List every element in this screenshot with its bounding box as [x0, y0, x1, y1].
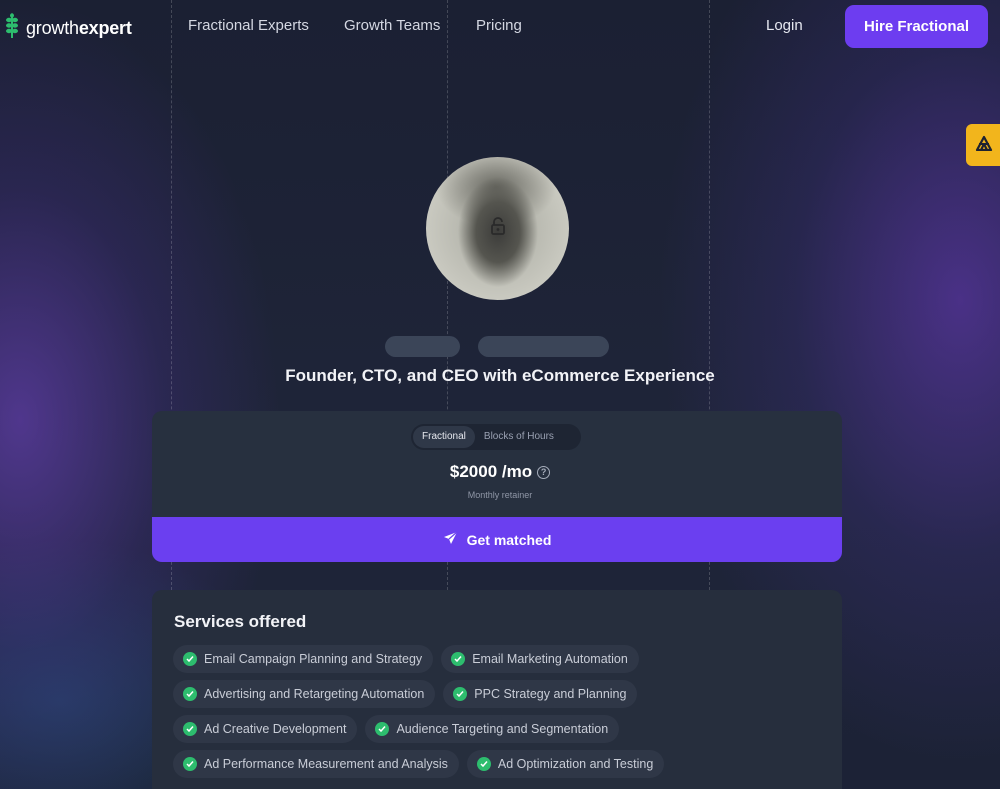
logo[interactable]: growthexpert: [4, 13, 132, 44]
side-widget-tab[interactable]: [966, 124, 1000, 166]
service-chip: Advertising and Retargeting Automation: [173, 680, 436, 708]
check-icon: [476, 757, 491, 771]
tab-fractional[interactable]: Fractional: [413, 426, 475, 448]
check-icon: [451, 652, 466, 666]
service-chip: Ad Performance Measurement and Analysis: [173, 750, 459, 778]
get-matched-button[interactable]: Get matched: [152, 517, 842, 562]
avatar: [426, 157, 569, 300]
check-icon: [183, 652, 197, 666]
service-chip: Ad Optimization and Testing: [466, 750, 665, 778]
services-row: Ad Performance Measurement and Analysis …: [173, 750, 665, 778]
lightning-icon: [975, 135, 993, 156]
location-placeholder: [478, 336, 609, 357]
service-chip: Ad Creative Development: [173, 715, 358, 743]
services-title: Services offered: [174, 612, 307, 631]
logo-text: growthexpert: [26, 18, 132, 38]
site-header: growthexpert Fractional Experts Growth T…: [0, 0, 1000, 52]
tab-blocks-of-hours[interactable]: Blocks of Hours: [475, 426, 563, 448]
question-icon[interactable]: ?: [537, 466, 551, 479]
check-icon: [183, 722, 197, 736]
wheat-logo-icon: [4, 13, 20, 44]
services-row: Email Campaign Planning and Strategy Ema…: [173, 645, 639, 673]
pricing-toggle: Fractional Blocks of Hours: [411, 424, 581, 450]
nav-growth-teams[interactable]: Growth Teams: [344, 17, 440, 34]
login-link[interactable]: Login: [766, 17, 803, 34]
service-chip: Email Campaign Planning and Strategy: [173, 645, 434, 673]
service-chip: Email Marketing Automation: [441, 645, 639, 673]
service-chip: PPC Strategy and Planning: [443, 680, 638, 708]
nav-pricing[interactable]: Pricing: [476, 17, 522, 34]
check-icon: [375, 722, 390, 736]
name-placeholder: [385, 336, 460, 357]
check-icon: [183, 687, 197, 701]
send-icon: [443, 531, 458, 548]
get-matched-label: Get matched: [466, 531, 552, 548]
lock-icon: [488, 216, 508, 241]
service-chip: Audience Targeting and Segmentation: [365, 715, 620, 743]
nav-fractional-experts[interactable]: Fractional Experts: [188, 17, 309, 34]
services-row: Advertising and Retargeting Automation P…: [173, 680, 638, 708]
hire-fractional-button[interactable]: Hire Fractional: [845, 5, 988, 48]
services-row: Ad Creative Development Audience Targeti…: [173, 715, 620, 743]
price-subtitle: Monthly retainer: [467, 490, 533, 500]
check-icon: [453, 687, 468, 701]
check-icon: [183, 757, 197, 771]
profile-headline: Founder, CTO, and CEO with eCommerce Exp…: [285, 366, 715, 385]
price: $2000 /mo?: [0, 462, 1000, 482]
price-value: $2000 /mo: [449, 462, 533, 481]
